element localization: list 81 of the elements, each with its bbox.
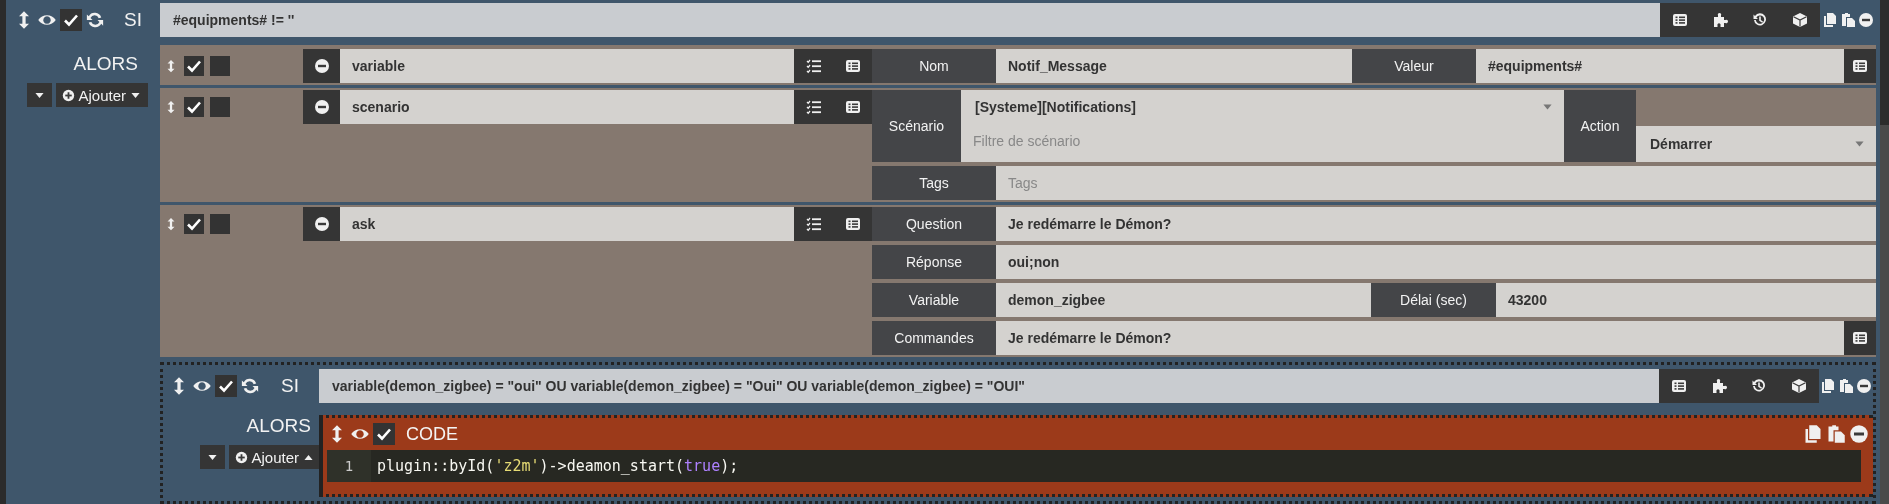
field-label: Réponse [872,245,996,279]
si-keyword: SI [281,375,299,397]
field-label: Délai (sec) [1371,283,1496,317]
action-type-field[interactable]: variable [340,49,794,83]
commands-field[interactable]: Je redémarre le Démon? [996,321,1844,355]
copy-icon[interactable] [1820,378,1836,394]
minus-icon[interactable] [313,58,330,74]
remove-button[interactable] [303,49,340,83]
field-label: Scénario [872,90,961,162]
delay-field[interactable]: 43200 [1496,283,1876,317]
add-button[interactable]: Ajouter [229,445,321,469]
value-field[interactable]: #equipments# [1476,49,1844,83]
list-icon[interactable] [1852,330,1868,346]
list-icon[interactable] [844,58,861,74]
checklist-icon[interactable] [805,58,822,74]
paste-icon[interactable] [1838,378,1854,394]
plus-icon[interactable] [62,88,76,102]
parallel-checkbox[interactable] [210,97,230,117]
field-label: Tags [872,166,996,200]
remove-icon[interactable] [1849,424,1869,444]
line-number: 1 [327,450,371,482]
history-icon[interactable] [1752,12,1768,28]
code-title: CODE [406,423,458,445]
minus-icon[interactable] [313,216,330,232]
name-field[interactable]: Notif_Message [996,49,1352,83]
action-select[interactable]: Démarrer [1636,126,1876,162]
enable-checkbox[interactable] [184,214,204,234]
plus-icon[interactable] [235,450,249,464]
copy-icon[interactable] [1822,12,1838,28]
code-editor[interactable]: 1 plugin::byId('z2m')->deamon_start(true); [327,450,1861,482]
checklist-icon[interactable] [805,216,822,232]
field-label: Valeur [1352,49,1476,83]
scenario-select[interactable]: [Systeme][Notifications] [961,90,1564,124]
response-field[interactable]: oui;non [996,245,1876,279]
collapse-button[interactable] [200,445,226,469]
refresh-icon[interactable] [240,376,260,396]
enable-checkbox[interactable] [184,56,204,76]
field-label: Commandes [872,321,996,355]
field-label: Variable [872,283,996,317]
add-button[interactable]: Ajouter [56,83,148,107]
scrollbar[interactable] [1880,0,1889,504]
si-keyword: SI [124,9,142,31]
puzzle-icon[interactable] [1712,12,1728,28]
puzzle-icon[interactable] [1711,378,1727,394]
remove-button[interactable] [303,207,340,241]
parallel-checkbox[interactable] [210,56,230,76]
refresh-icon[interactable] [85,10,105,30]
list-icon[interactable] [844,216,861,232]
paste-icon[interactable] [1826,424,1846,444]
list-icon[interactable] [1672,12,1688,28]
cube-icon[interactable] [1791,378,1807,394]
action-type-field[interactable]: scenario [340,90,794,124]
alors-keyword: ALORS [246,415,311,437]
minus-icon[interactable] [313,99,330,115]
checklist-icon[interactable] [805,99,822,115]
history-icon[interactable] [1751,378,1767,394]
code-line: plugin::byId('z2m')->deamon_start(true); [376,457,739,475]
cube-icon[interactable] [1792,12,1808,28]
remove-icon[interactable] [1856,378,1872,394]
field-label: Question [872,207,996,241]
ask-variable-field[interactable]: demon_zigbee [996,283,1371,317]
condition-field[interactable]: #equipments# != '' [160,3,1660,37]
condition-field[interactable]: variable(demon_zigbee) = "oui" OU variable(demon_zigbee) = "Oui" OU variable(demon_zigbee) = "OUI" [319,369,1659,403]
list-icon[interactable] [1852,58,1868,74]
enable-checkbox[interactable] [373,423,395,445]
enable-checkbox[interactable] [215,375,237,397]
list-icon[interactable] [1671,378,1687,394]
paste-icon[interactable] [1840,12,1856,28]
parallel-checkbox[interactable] [210,214,230,234]
question-field[interactable]: Je redémarre le Démon? [996,207,1876,241]
copy-icon[interactable] [1803,424,1823,444]
enable-checkbox[interactable] [60,9,82,31]
remove-button[interactable] [303,90,340,124]
action-type-field[interactable]: ask [340,207,794,241]
field-label: Action [1564,90,1636,162]
list-icon[interactable] [844,99,861,115]
alors-keyword: ALORS [73,53,138,75]
remove-icon[interactable] [1858,12,1874,28]
collapse-button[interactable] [27,83,53,107]
field-label: Nom [872,49,996,83]
enable-checkbox[interactable] [184,97,204,117]
